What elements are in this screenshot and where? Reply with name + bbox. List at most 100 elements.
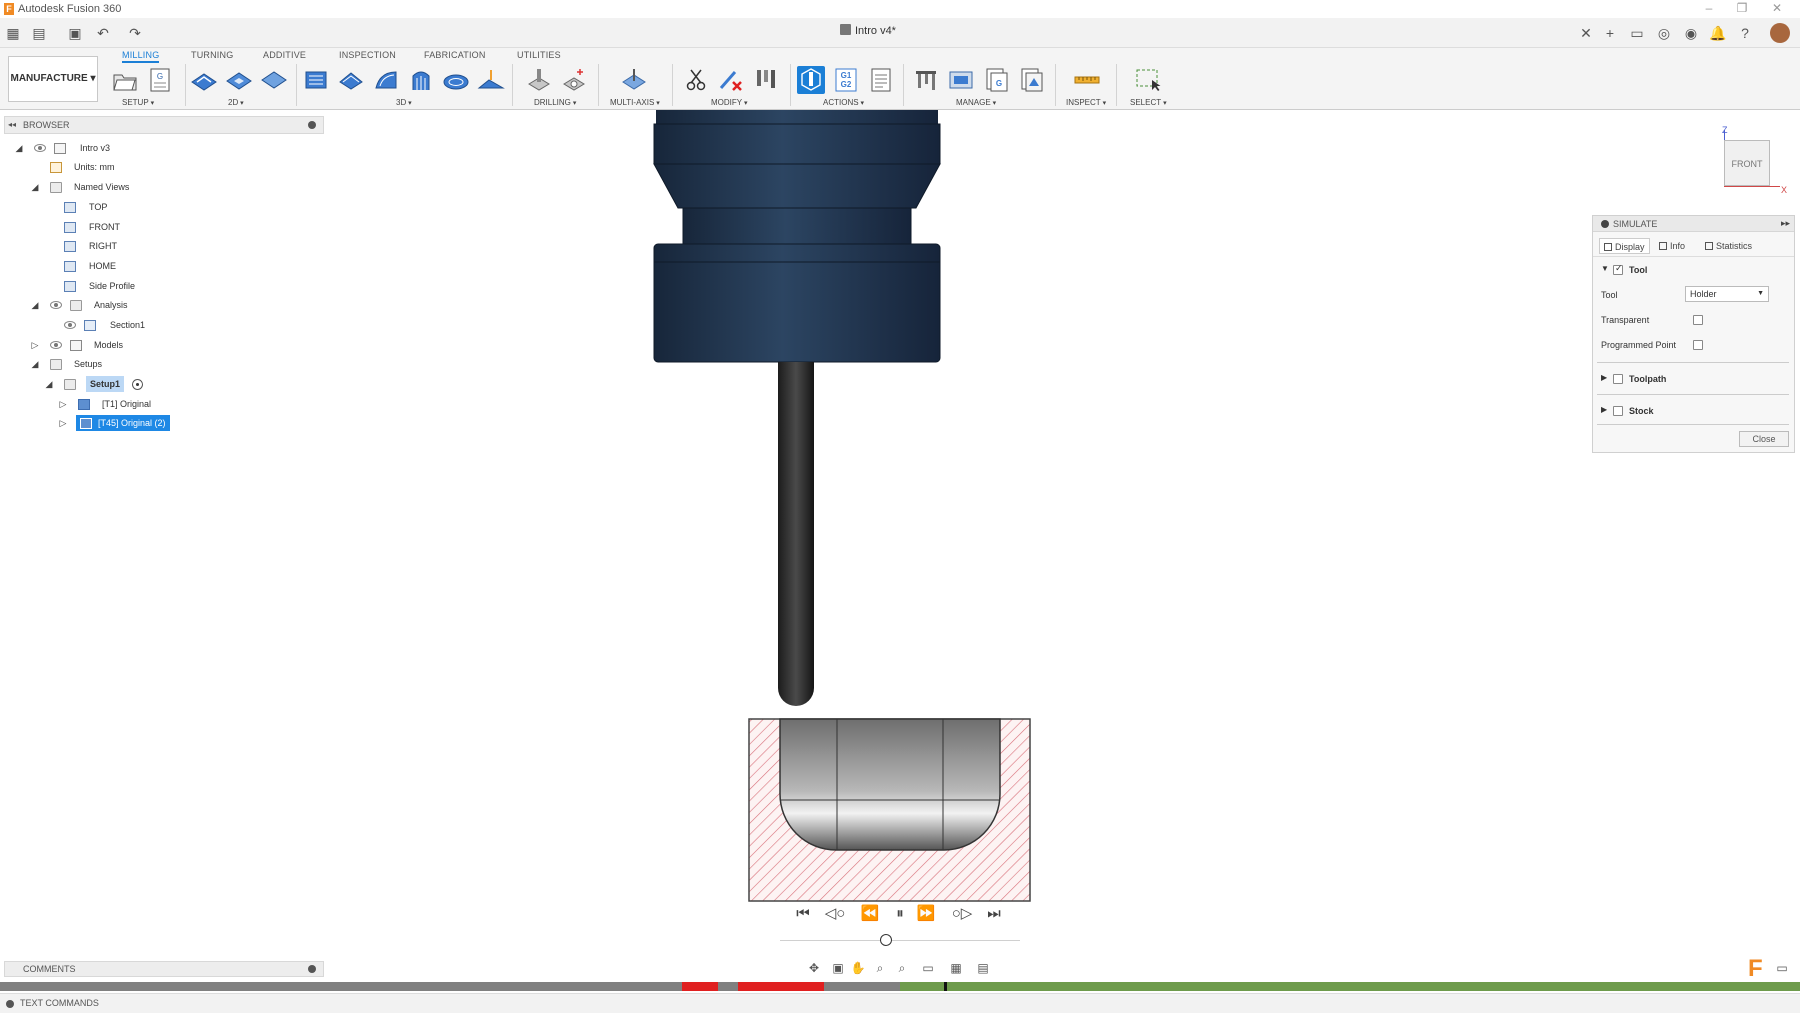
zoom-icon[interactable]: ⌕ xyxy=(872,960,888,976)
next-operation-icon[interactable]: ○▷ xyxy=(949,904,975,924)
workspace-switcher[interactable]: MANUFACTURE ▾ xyxy=(8,56,98,102)
data-panel-grid-icon[interactable]: ▦ xyxy=(4,24,22,42)
3d-viewport[interactable] xyxy=(0,110,1800,960)
simulate-icon[interactable] xyxy=(797,66,825,94)
redo-icon[interactable]: ↷ xyxy=(126,24,144,42)
new-setup-icon[interactable] xyxy=(111,66,139,94)
pin-icon[interactable] xyxy=(6,1000,14,1008)
post-library-icon[interactable]: G xyxy=(982,66,1010,94)
measure-icon[interactable] xyxy=(1073,66,1101,94)
tab-info[interactable]: Info xyxy=(1659,238,1685,254)
pause-icon[interactable]: ⏸ xyxy=(890,904,910,924)
nc-program-icon[interactable]: G xyxy=(146,66,174,94)
go-to-end-icon[interactable]: ⏭ xyxy=(984,904,1004,924)
tool-display-select[interactable]: Holder ▼ xyxy=(1685,286,1769,302)
adaptive-clearing-3d-icon[interactable] xyxy=(302,66,330,94)
pin-icon[interactable] xyxy=(308,965,316,973)
post-process-icon[interactable]: G1G2 xyxy=(832,66,860,94)
parallel-icon[interactable] xyxy=(477,66,505,94)
multi-axis-icon[interactable] xyxy=(620,66,648,94)
feedback-icon[interactable]: ▭ xyxy=(1774,960,1790,976)
undo-icon[interactable]: ↶ xyxy=(94,24,112,42)
simulate-header[interactable]: SIMULATE ▸▸ xyxy=(1593,216,1794,232)
avatar[interactable] xyxy=(1770,23,1790,43)
tab-turning[interactable]: TURNING xyxy=(191,50,233,60)
chat-icon[interactable]: ▭ xyxy=(1628,24,1646,42)
tab-utilities[interactable]: UTILITIES xyxy=(517,50,561,60)
steep-and-shallow-icon[interactable] xyxy=(372,66,400,94)
tab-milling[interactable]: MILLING xyxy=(122,50,160,63)
extensions-icon[interactable]: ◎ xyxy=(1655,24,1673,42)
previous-operation-icon[interactable]: ◁○ xyxy=(822,904,848,924)
text-commands-bar[interactable]: TEXT COMMANDS xyxy=(0,993,1800,1013)
display-settings-icon[interactable]: ▭ xyxy=(920,960,936,976)
tab-fabrication[interactable]: FABRICATION xyxy=(424,50,486,60)
grid-settings-icon[interactable]: ▦ xyxy=(948,960,964,976)
tool-library-icon[interactable] xyxy=(752,66,780,94)
comments-panel-header[interactable]: COMMENTS xyxy=(4,961,324,977)
job-status-icon[interactable]: ◉ xyxy=(1682,24,1700,42)
machine-library-icon[interactable] xyxy=(1017,66,1045,94)
view-cube[interactable]: FRONT xyxy=(1724,140,1770,186)
select-icon[interactable] xyxy=(1134,66,1162,94)
group-inspect[interactable]: INSPECT xyxy=(1066,98,1106,107)
close-tab-icon[interactable]: ✕ xyxy=(1577,24,1595,42)
hole-recognition-icon[interactable] xyxy=(560,66,588,94)
stock-section-checkbox[interactable] xyxy=(1613,406,1623,416)
pocket-2d-icon[interactable] xyxy=(225,66,253,94)
pan-icon[interactable]: ✋ xyxy=(850,960,866,976)
adaptive-clearing-2d-icon[interactable] xyxy=(190,66,218,94)
face-icon[interactable] xyxy=(260,66,288,94)
tool-holder[interactable] xyxy=(653,110,941,363)
orbit-icon[interactable]: ✥ xyxy=(806,960,822,976)
pocket-clearing-3d-icon[interactable] xyxy=(337,66,365,94)
stock-section[interactable] xyxy=(748,718,1031,902)
setup-sheet-icon[interactable] xyxy=(867,66,895,94)
minimize-icon[interactable]: – xyxy=(1700,1,1718,17)
step-forward-icon[interactable]: ⏩ xyxy=(914,904,938,924)
new-tab-icon[interactable]: + xyxy=(1601,24,1619,42)
cutting-tool[interactable] xyxy=(778,362,814,706)
group-setup[interactable]: SETUP xyxy=(122,98,154,107)
group-modify[interactable]: MODIFY xyxy=(711,98,748,107)
close-window-icon[interactable]: ✕ xyxy=(1768,1,1786,17)
contour-3d-icon[interactable] xyxy=(407,66,435,94)
group-select[interactable]: SELECT xyxy=(1130,98,1167,107)
tool-section-checkbox[interactable] xyxy=(1613,263,1623,275)
help-icon[interactable]: ? xyxy=(1736,24,1754,42)
expand-triangle-icon[interactable]: ▶ xyxy=(1601,373,1607,382)
step-back-icon[interactable]: ⏪ xyxy=(858,904,882,924)
speed-slider-track[interactable] xyxy=(780,940,1020,941)
template-library-icon[interactable] xyxy=(947,66,975,94)
group-2d[interactable]: 2D xyxy=(228,98,244,107)
group-3d[interactable]: 3D xyxy=(396,98,412,107)
expand-panel-icon[interactable]: ▸▸ xyxy=(1781,218,1790,229)
tab-additive[interactable]: ADDITIVE xyxy=(263,50,306,60)
close-button[interactable]: Close xyxy=(1739,431,1789,447)
fit-icon[interactable]: ⌕ xyxy=(894,960,910,976)
transparent-checkbox[interactable] xyxy=(1693,315,1703,325)
expand-triangle-icon[interactable]: ▶ xyxy=(1601,405,1607,414)
go-to-start-icon[interactable]: ⏮ xyxy=(793,904,813,924)
programmed-point-checkbox[interactable] xyxy=(1693,340,1703,350)
document-tab[interactable]: Intro v4* xyxy=(840,24,896,37)
restore-icon[interactable]: ❐ xyxy=(1733,1,1751,17)
group-manage[interactable]: MANAGE xyxy=(956,98,996,107)
tool-library-manage-icon[interactable] xyxy=(912,66,940,94)
group-actions[interactable]: ACTIONS xyxy=(823,98,864,107)
tab-inspection[interactable]: INSPECTION xyxy=(339,50,396,60)
save-icon[interactable]: ▣ xyxy=(66,24,84,42)
tab-display[interactable]: Display xyxy=(1599,238,1650,254)
look-at-icon[interactable]: ▣ xyxy=(830,960,846,976)
viewports-icon[interactable]: ▤ xyxy=(975,960,991,976)
toolpath-section-checkbox[interactable] xyxy=(1613,374,1623,384)
group-multi-axis[interactable]: MULTI-AXIS xyxy=(610,98,660,107)
collapse-triangle-icon[interactable]: ▼ xyxy=(1601,264,1609,273)
drill-icon[interactable] xyxy=(525,66,553,94)
file-menu-icon[interactable]: ▤ xyxy=(30,24,48,42)
tab-statistics[interactable]: Statistics xyxy=(1705,238,1752,254)
notifications-icon[interactable]: 🔔 xyxy=(1709,24,1727,42)
speed-slider-thumb[interactable] xyxy=(880,934,892,946)
delete-icon[interactable] xyxy=(717,66,745,94)
pin-icon[interactable] xyxy=(1601,220,1609,228)
